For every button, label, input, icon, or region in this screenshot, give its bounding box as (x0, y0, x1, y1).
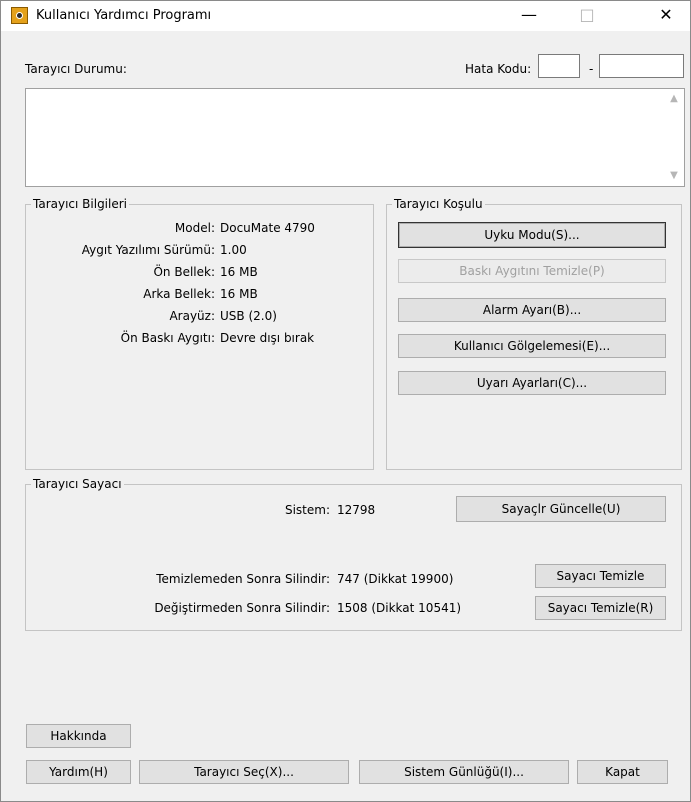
imprinter-label: Ön Baskı Aygıtı: (120, 331, 215, 345)
scroll-up-icon[interactable]: ▲ (668, 93, 680, 105)
front-memory-value: 16 MB (220, 265, 258, 279)
maximize-button: □ (579, 5, 595, 24)
clear-counter-button[interactable]: Sayacı Temizle (535, 564, 666, 588)
system-counter-value: 12798 (337, 503, 376, 517)
after-replace-value: 1508 (Dikkat 10541) (337, 601, 462, 615)
model-value: DocuMate 4790 (220, 221, 315, 235)
clear-counter-r-button[interactable]: Sayacı Temizle(R) (535, 596, 666, 620)
system-log-button[interactable]: Sistem Günlüğü(I)... (359, 760, 569, 784)
error-code-separator: - (589, 62, 594, 76)
scanner-app-icon (11, 7, 28, 24)
after-clean-value: 747 (Dikkat 19900) (337, 572, 454, 586)
interface-label: Arayüz: (169, 309, 215, 323)
scroll-down-icon[interactable]: ▼ (668, 170, 680, 182)
imprinter-value: Devre dışı bırak (220, 331, 315, 345)
scanner-info-legend: Tarayıcı Bilgileri (31, 197, 130, 211)
sleep-mode-button[interactable]: Uyku Modu(S)... (398, 222, 666, 248)
window-title: Kullanıcı Yardımcı Programı (36, 8, 212, 23)
front-memory-label: Ön Bellek: (153, 265, 215, 279)
scanner-status-label: Tarayıcı Durumu: (25, 62, 127, 76)
main-window: Kullanıcı Yardımcı Programı — □ ✕ Tarayı… (0, 0, 691, 802)
about-button[interactable]: Hakkında (26, 724, 131, 748)
firmware-value: 1.00 (220, 243, 247, 257)
minimize-button[interactable]: — (506, 1, 552, 31)
scanner-condition-legend: Tarayıcı Koşulu (392, 197, 485, 211)
model-label: Model: (174, 221, 215, 235)
back-memory-value: 16 MB (220, 287, 258, 301)
after-replace-label: Değiştirmeden Sonra Silindir: (154, 601, 330, 615)
alarm-settings-button[interactable]: Alarm Ayarı(B)... (398, 298, 666, 322)
update-counters-button[interactable]: Sayaçlr Güncelle(U) (456, 496, 666, 522)
interface-value: USB (2.0) (220, 309, 277, 323)
error-code-label: Hata Kodu: (465, 62, 532, 76)
system-counter-label: Sistem: (284, 503, 330, 517)
after-clean-label: Temizlemeden Sonra Silindir: (156, 572, 330, 586)
scanner-counter-legend: Tarayıcı Sayacı (31, 477, 124, 491)
warning-settings-button[interactable]: Uyarı Ayarları(C)... (398, 371, 666, 395)
error-code-field-2[interactable] (599, 54, 684, 78)
select-scanner-button[interactable]: Tarayıcı Seç(X)... (139, 760, 349, 784)
clean-imprinter-button: Baskı Aygıtını Temizle(P) (398, 259, 666, 283)
firmware-label: Aygıt Yazılımı Sürümü: (81, 243, 215, 257)
help-button[interactable]: Yardım(H) (26, 760, 131, 784)
close-window-button[interactable]: ✕ (643, 1, 689, 31)
title-bar: Kullanıcı Yardımcı Programı — □ ✕ (1, 1, 690, 31)
error-code-field-1[interactable] (538, 54, 580, 78)
user-shading-button[interactable]: Kullanıcı Gölgelemesi(E)... (398, 334, 666, 358)
back-memory-label: Arka Bellek: (143, 287, 215, 301)
scanner-status-text[interactable]: ▲ ▼ (25, 88, 685, 187)
close-button[interactable]: Kapat (577, 760, 668, 784)
